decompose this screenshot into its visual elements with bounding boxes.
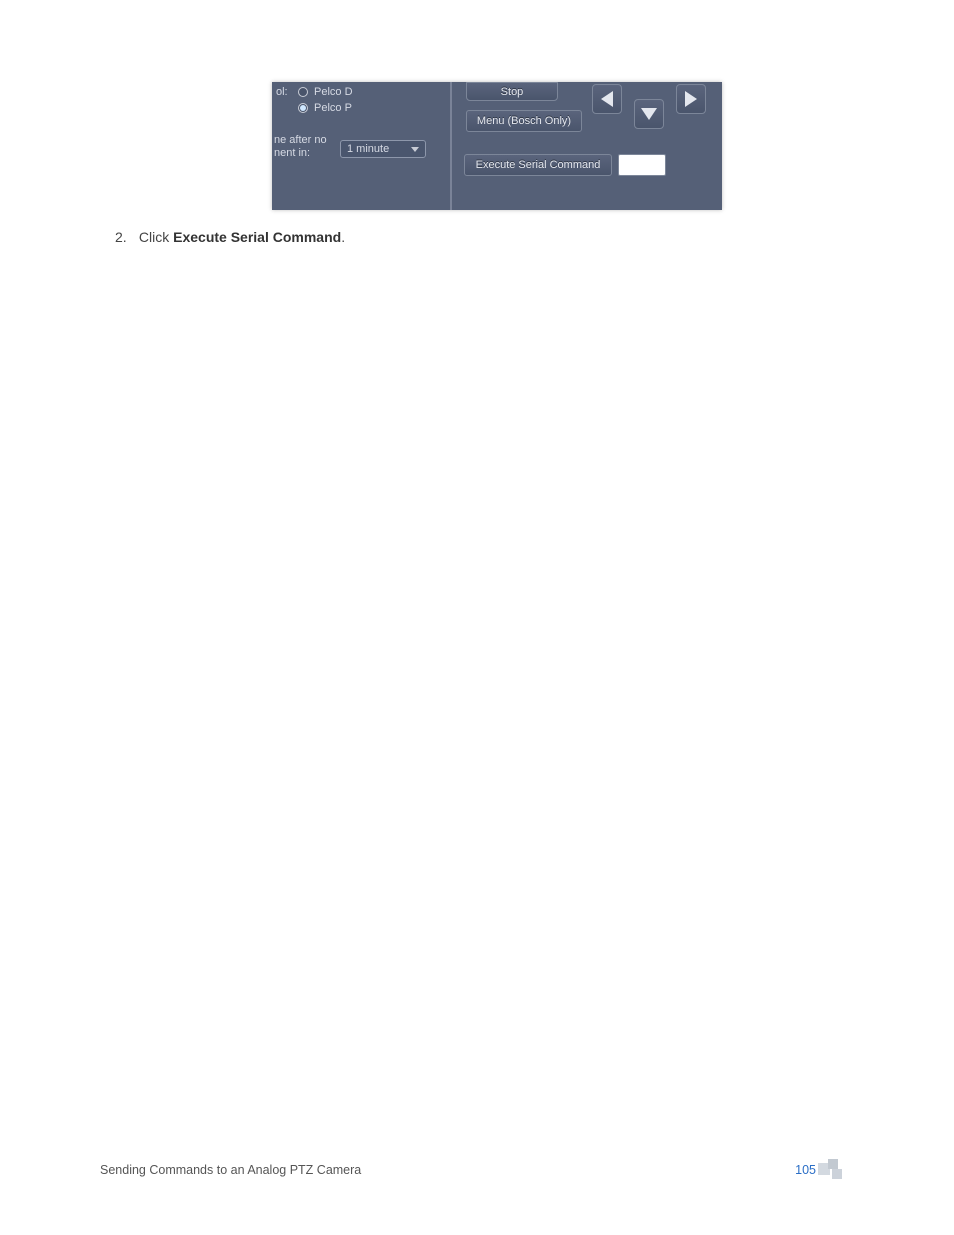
idle-timeout-label: ne after no nent in:: [274, 134, 327, 160]
arrow-down-icon: [641, 108, 657, 120]
protocol-label-fragment: ol:: [276, 86, 288, 98]
idle-label-line1: ne after no: [274, 134, 327, 147]
execute-serial-command-button[interactable]: Execute Serial Command: [464, 154, 612, 176]
step-text-pre: Click: [139, 229, 173, 245]
radio-pelco-p[interactable]: [298, 103, 308, 113]
step-text-bold: Execute Serial Command: [173, 229, 341, 245]
execute-button-label: Execute Serial Command: [476, 159, 601, 171]
menu-button-label: Menu (Bosch Only): [477, 115, 571, 127]
serial-command-input[interactable]: [618, 154, 666, 176]
arrow-right-icon: [685, 91, 697, 107]
page-number: 105: [795, 1163, 816, 1177]
step-number: 2.: [115, 229, 135, 245]
radio-pelco-d[interactable]: [298, 87, 308, 97]
radio-pelco-d-label: Pelco D: [314, 86, 353, 98]
idle-timeout-value: 1 minute: [347, 143, 389, 155]
footer-title: Sending Commands to an Analog PTZ Camera: [100, 1163, 361, 1177]
protocol-panel: ol: Pelco D Pelco P ne after no nent in:…: [272, 82, 452, 210]
arrow-left-icon: [601, 91, 613, 107]
ptz-control-panel: Stop Menu (Bosch Only) Execute Serial Co…: [454, 82, 722, 210]
chevron-down-icon: [411, 147, 419, 152]
ptz-left-button[interactable]: [592, 84, 622, 114]
step-text-post: .: [341, 229, 345, 245]
radio-pelco-p-label: Pelco P: [314, 102, 352, 114]
menu-bosch-button[interactable]: Menu (Bosch Only): [466, 110, 582, 132]
page-footer: Sending Commands to an Analog PTZ Camera…: [0, 1163, 954, 1183]
radio-pelco-p-row[interactable]: Pelco P: [272, 100, 450, 116]
ptz-settings-screenshot: ol: Pelco D Pelco P ne after no nent in:…: [272, 82, 722, 210]
radio-pelco-d-row[interactable]: ol: Pelco D: [272, 84, 450, 100]
idle-timeout-dropdown[interactable]: 1 minute: [340, 140, 426, 158]
ptz-right-button[interactable]: [676, 84, 706, 114]
instruction-step-2: 2. Click Execute Serial Command.: [115, 229, 345, 245]
ptz-down-button[interactable]: [634, 99, 664, 129]
stop-button[interactable]: Stop: [466, 82, 558, 101]
stop-button-label: Stop: [501, 86, 524, 98]
brand-logo-icon: [818, 1159, 846, 1181]
idle-label-line2: nent in:: [274, 147, 327, 160]
